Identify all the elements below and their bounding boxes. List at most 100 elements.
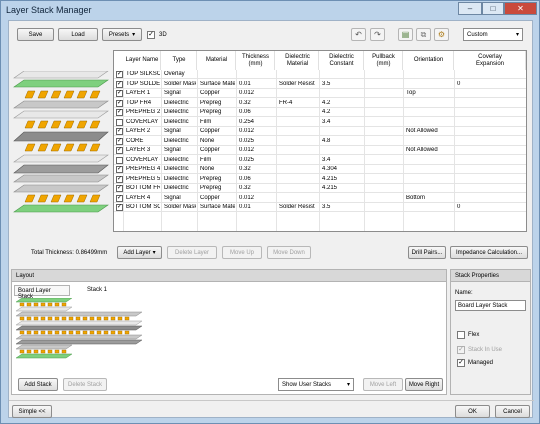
table-cell-dconst[interactable]: 3.5 [322,81,363,87]
column-header[interactable]: Orientation [404,51,454,70]
table-row[interactable]: ✓ LAYER 3 Signal Copper 0.012 Not Allowed [114,146,526,155]
table-cell-thickness[interactable]: 0.32 [239,166,274,172]
tab-stack-1[interactable]: Stack 1 [87,287,107,293]
minimize-button[interactable]: – [458,2,482,15]
table-cell-material[interactable]: None [200,138,235,144]
layer-enabled-checkbox[interactable]: ✓ [116,128,123,135]
load-button[interactable]: Load [58,28,98,41]
table-cell-orientation[interactable]: Not Allowed [406,147,453,153]
stack-icon[interactable]: ▤ [398,28,413,41]
table-cell-dconst[interactable]: 4.215 [322,185,363,191]
table-cell-type[interactable]: Dielectric [164,119,196,125]
copy-icon[interactable]: ⧉ [416,28,431,41]
layer-enabled-checkbox[interactable]: ✓ [116,204,123,211]
layer-enabled-checkbox[interactable]: ✓ [116,90,123,97]
delete-stack-button[interactable]: Delete Stack [63,378,107,391]
layer-enabled-checkbox[interactable]: ✓ [116,194,123,202]
table-cell-name[interactable]: COVERLAY 2 [126,119,160,125]
table-cell-dmat[interactable]: FR-4 [279,100,318,106]
table-cell-name[interactable]: LAYER 2 [126,128,160,134]
table-cell-thickness[interactable]: 0.01 [239,204,274,210]
settings-icon[interactable]: ⚙ [434,28,449,41]
table-cell-name[interactable]: BOTTOM FR4 [126,185,160,191]
table-cell-thickness[interactable]: 0.32 [239,100,274,106]
table-cell-orientation[interactable]: Not Allowed [406,128,453,134]
table-cell-type[interactable]: Dielectric [164,138,196,144]
table-cell-material[interactable]: Surface Mate... [200,81,235,87]
column-header[interactable]: Coverlay Expansion [455,51,526,70]
column-header[interactable]: Type [162,51,197,70]
redo-icon[interactable]: ↷ [370,28,385,41]
table-cell-dconst[interactable]: 4.215 [322,176,363,182]
column-header[interactable]: Layer Name [124,51,161,70]
table-row[interactable]: ✓ PREPREG 2 Dielectric Prepreg 0.06 4.2 [114,108,526,117]
table-cell-dconst[interactable]: 3.4 [322,119,363,125]
table-cell-name[interactable]: TOP FR4 [126,100,160,106]
layer-enabled-checkbox[interactable]: ✓ [116,80,123,88]
table-cell-material[interactable]: Film [200,119,235,125]
table-cell-material[interactable]: Copper [200,147,235,153]
column-header[interactable]: Thickness (mm) [237,51,275,70]
table-cell-type[interactable]: Dielectric [164,157,196,163]
ok-button[interactable]: OK [455,405,490,418]
table-row[interactable]: ✓TOP SOLDER... Solder Mask/... Surface Mat… [114,80,526,89]
move-right-button[interactable]: Move Right [405,378,443,391]
flex-checkbox[interactable] [457,331,465,339]
simple-button[interactable]: Simple << [12,405,52,418]
table-cell-material[interactable]: Film [200,157,235,163]
table-cell-thickness[interactable]: 0.025 [239,157,274,163]
table-cell-dconst[interactable]: 4.2 [322,100,363,106]
table-row[interactable]: ✓ LAYER 1 Signal Copper 0.012 Top [114,89,526,98]
table-cell-dconst[interactable]: 4.304 [322,166,363,172]
layer-enabled-checkbox[interactable]: ✓ [116,147,123,154]
table-row[interactable]: ✓TOP SILKSCR... Overlay [114,70,526,79]
3d-checkbox[interactable]: ✓ [147,31,155,39]
table-cell-name[interactable]: TOP SILKSCR... [126,71,160,77]
table-cell-type[interactable]: Solder Mask/... [164,81,196,87]
table-cell-thickness[interactable]: 0.012 [239,90,274,96]
table-cell-material[interactable]: None [200,166,235,172]
table-cell-material[interactable]: Prepreg [200,176,235,182]
column-header[interactable]: Material [198,51,236,70]
save-button[interactable]: Save [17,28,54,41]
table-cell-material[interactable]: Copper [200,195,235,201]
table-cell-orientation[interactable]: Top [406,90,453,96]
table-row[interactable]: ✓ TOP FR4 Dielectric Prepreg 0.32 FR-4 4.2 [114,99,526,108]
layer-enabled-checkbox[interactable]: ✓ [116,166,123,173]
table-cell-name[interactable]: CORE [126,138,160,144]
preset-select[interactable]: Custom ▾ [463,28,523,41]
table-cell-type[interactable]: Solder Mask/... [164,204,196,210]
table-cell-name[interactable]: COVERLAY 4 [126,157,160,163]
table-cell-dconst[interactable]: 3.5 [322,204,363,210]
table-row[interactable]: COVERLAY 2 Dielectric Film 0.254 3.4 [114,118,526,127]
table-cell-type[interactable]: Signal [164,128,196,134]
table-cell-name[interactable]: LAYER 4 [126,195,160,201]
move-up-button[interactable]: Move Up [222,246,262,259]
add-layer-button[interactable]: Add Layer ▾ [117,246,162,259]
table-cell-thickness[interactable]: 0.01 [239,81,274,87]
table-cell-type[interactable]: Dielectric [164,109,196,115]
table-cell-dconst[interactable]: 4.8 [322,138,363,144]
table-cell-thickness[interactable]: 0.012 [239,195,274,201]
table-cell-dconst[interactable]: 4.2 [322,109,363,115]
table-cell-type[interactable]: Signal [164,195,196,201]
table-cell-thickness[interactable]: 0.254 [239,119,274,125]
table-cell-material[interactable]: Prepreg [200,185,235,191]
table-cell-material[interactable]: Prepreg [200,109,235,115]
table-cell-name[interactable]: LAYER 1 [126,90,160,96]
layer-enabled-checkbox[interactable]: ✓ [116,175,123,183]
table-cell-dmat[interactable]: Solder Resist [279,81,318,87]
move-down-button[interactable]: Move Down [267,246,311,259]
table-cell-thickness[interactable]: 0.012 [239,128,274,134]
table-cell-name[interactable]: PREPREG 5 [126,176,160,182]
stack-name-input[interactable]: Board Layer Stack [455,300,526,311]
add-stack-button[interactable]: Add Stack [18,378,58,391]
table-cell-type[interactable]: Signal [164,90,196,96]
table-cell-coverlay[interactable]: 0 [457,81,525,87]
layer-enabled-checkbox[interactable] [116,118,123,126]
table-row[interactable]: ✓ PREPREG 4 Dielectric None 0.32 4.304 [114,165,526,174]
drill-pairs-button[interactable]: Drill Pairs... [408,246,446,259]
table-cell-thickness[interactable]: 0.025 [239,138,274,144]
table-row[interactable]: ✓ LAYER 2 Signal Copper 0.012 Not Allowed [114,127,526,136]
table-row[interactable]: ✓ CORE Dielectric None 0.025 4.8 [114,137,526,146]
